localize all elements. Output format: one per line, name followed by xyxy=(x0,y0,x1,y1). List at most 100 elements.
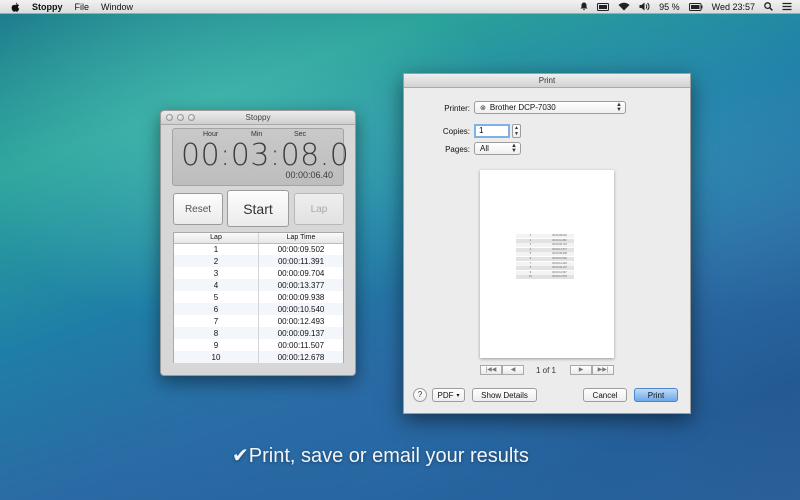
table-row[interactable]: 8 00:00:09.137 xyxy=(174,327,343,339)
table-row[interactable]: 1 00:00:09.502 xyxy=(174,243,343,255)
lap-number: 7 xyxy=(174,315,259,327)
pages-value: All xyxy=(480,144,489,153)
first-page-icon[interactable]: |◀◀ xyxy=(480,365,502,375)
start-button[interactable]: Start xyxy=(227,190,289,227)
preview-lap-table: 1 00:00:09.502 2 00:00:11.391 3 00:00:09.70… xyxy=(516,234,574,280)
lap-time: 00:00:09.704 xyxy=(277,268,325,278)
last-page-icon[interactable]: ▶▶| xyxy=(592,365,614,375)
printer-label: Printer: xyxy=(444,104,470,113)
column-header-lap-time[interactable]: Lap Time xyxy=(258,233,343,244)
preview-row: 5 00:00:09.938 xyxy=(516,252,574,257)
current-lap-time: 00:00:06.40 xyxy=(285,170,333,180)
caption-text: Print, save or email your results xyxy=(248,445,529,467)
preview-row: 3 00:00:09.704 xyxy=(516,243,574,248)
lap-time: 00:00:09.137 xyxy=(258,327,343,339)
lap-time: 00:00:11.507 xyxy=(277,340,325,350)
chevron-down-icon: ▾ xyxy=(456,392,460,399)
lap-button[interactable]: Lap xyxy=(294,193,344,225)
lap-time: 00:00:12.493 xyxy=(277,316,325,326)
preview-row: 6 00:00:10.540 xyxy=(516,256,574,261)
copies-label: Copies: xyxy=(442,127,470,136)
preview-row: 7 00:00:12.493 xyxy=(516,261,574,266)
table-row[interactable]: 6 00:00:10.540 xyxy=(174,303,343,315)
lap-number: 6 xyxy=(174,303,259,315)
chevron-updown-icon: ▲ ▼ xyxy=(511,143,517,154)
reset-button[interactable]: Reset xyxy=(173,193,223,225)
cancel-button[interactable]: Cancel xyxy=(583,388,627,402)
display-icon[interactable] xyxy=(597,2,610,11)
chevron-updown-icon: ▲ ▼ xyxy=(616,102,622,113)
preview-row: 2 00:00:11.391 xyxy=(516,238,574,243)
preview-nav-back: |◀◀ ◀ xyxy=(480,365,524,375)
lap-time: 00:00:09.938 xyxy=(277,292,325,302)
pdf-label: PDF xyxy=(437,390,454,400)
preview-row: 9 00:00:11.507 xyxy=(516,270,574,275)
lap-number: 8 xyxy=(174,327,259,339)
copies-field[interactable]: 1 xyxy=(474,124,510,138)
printer-select[interactable]: ⊚ Brother DCP-7030 ▲ ▼ xyxy=(474,101,626,114)
main-time: 00:03:08.0 xyxy=(181,138,350,173)
menu-bar: Stoppy File Window 95 % Wed 23:57 xyxy=(0,0,800,14)
table-row[interactable]: 2 00:00:11.391 xyxy=(174,255,343,267)
min-label: Min xyxy=(251,131,263,138)
lap-number: 1 xyxy=(174,243,259,255)
next-page-icon[interactable]: ▶ xyxy=(570,365,592,375)
help-button[interactable]: ? xyxy=(413,388,427,402)
lap-time: 00:00:09.502 xyxy=(277,244,325,254)
lap-number: 4 xyxy=(174,279,259,291)
time-display: Hour Min Sec 00:03:08.0 00:00:06.40 xyxy=(172,128,349,186)
preview-row: 10 00:00:12.678 xyxy=(516,275,574,280)
pages-select[interactable]: All ▲ ▼ xyxy=(474,142,521,155)
app-menu-name[interactable]: Stoppy xyxy=(32,2,63,12)
lap-time: 00:00:11.391 xyxy=(258,255,343,267)
notification-icon[interactable] xyxy=(580,2,588,11)
printer-icon: ⊚ xyxy=(480,104,486,112)
page-count: 1 of 1 xyxy=(535,366,556,375)
print-preview: 1 00:00:09.502 2 00:00:11.391 3 00:00:09.70… xyxy=(480,170,614,358)
table-row[interactable]: 10 00:00:12.678 xyxy=(174,351,343,363)
table-row[interactable]: 3 00:00:09.704 xyxy=(174,267,343,279)
preview-nav-forward: ▶ ▶▶| xyxy=(570,365,614,375)
print-button[interactable]: Print xyxy=(634,388,678,402)
table-row[interactable]: 7 00:00:12.493 xyxy=(174,315,343,327)
stoppy-window: Stoppy Hour Min Sec 00:03:08.0 00:00:06.… xyxy=(160,110,356,376)
table-row[interactable]: 4 00:00:13.377 xyxy=(174,279,343,291)
status-area: 95 % Wed 23:57 xyxy=(580,2,800,12)
menu-file[interactable]: File xyxy=(75,2,90,12)
list-icon[interactable] xyxy=(782,2,792,11)
show-details-button[interactable]: Show Details xyxy=(472,388,537,402)
marketing-caption: ✔Print, save or email your results xyxy=(232,443,529,468)
lap-number: 3 xyxy=(174,267,259,279)
lap-time: 00:00:13.377 xyxy=(258,279,343,291)
search-icon[interactable] xyxy=(764,2,773,11)
lap-number: 5 xyxy=(174,291,259,303)
printer-value: Brother DCP-7030 xyxy=(489,103,556,112)
copies-stepper[interactable]: ▲ ▼ xyxy=(512,124,521,138)
lap-number: 10 xyxy=(174,351,259,363)
menu-window[interactable]: Window xyxy=(101,2,133,12)
lap-number: 9 xyxy=(174,339,259,351)
pdf-menu-button[interactable]: PDF ▾ xyxy=(432,388,465,402)
wifi-icon[interactable] xyxy=(618,2,630,11)
clock[interactable]: Wed 23:57 xyxy=(712,2,755,12)
lap-time: 00:00:12.678 xyxy=(258,351,343,363)
table-row[interactable]: 5 00:00:09.938 xyxy=(174,291,343,303)
preview-row: 4 00:00:13.377 xyxy=(516,247,574,252)
lap-number: 2 xyxy=(174,255,259,267)
previous-page-icon[interactable]: ◀ xyxy=(502,365,524,375)
zoom-button[interactable] xyxy=(188,114,195,121)
minimize-button[interactable] xyxy=(177,114,184,121)
checkmark-icon: ✔ xyxy=(232,445,249,467)
print-dialog-title: Print xyxy=(404,74,690,88)
stoppy-titlebar[interactable]: Stoppy xyxy=(161,111,355,125)
table-row[interactable]: 9 00:00:11.507 xyxy=(174,339,343,351)
battery-icon[interactable] xyxy=(688,2,703,11)
column-header-lap[interactable]: Lap xyxy=(174,233,259,244)
preview-row: 1 00:00:09.502 xyxy=(516,234,574,238)
window-controls xyxy=(166,114,195,121)
pages-label: Pages: xyxy=(445,145,470,154)
lap-table[interactable]: Lap Lap Time 1 00:00:09.502 2 00:00:11.391… xyxy=(173,232,344,363)
close-button[interactable] xyxy=(166,114,173,121)
volume-icon[interactable] xyxy=(639,2,650,11)
apple-icon[interactable] xyxy=(8,2,22,12)
